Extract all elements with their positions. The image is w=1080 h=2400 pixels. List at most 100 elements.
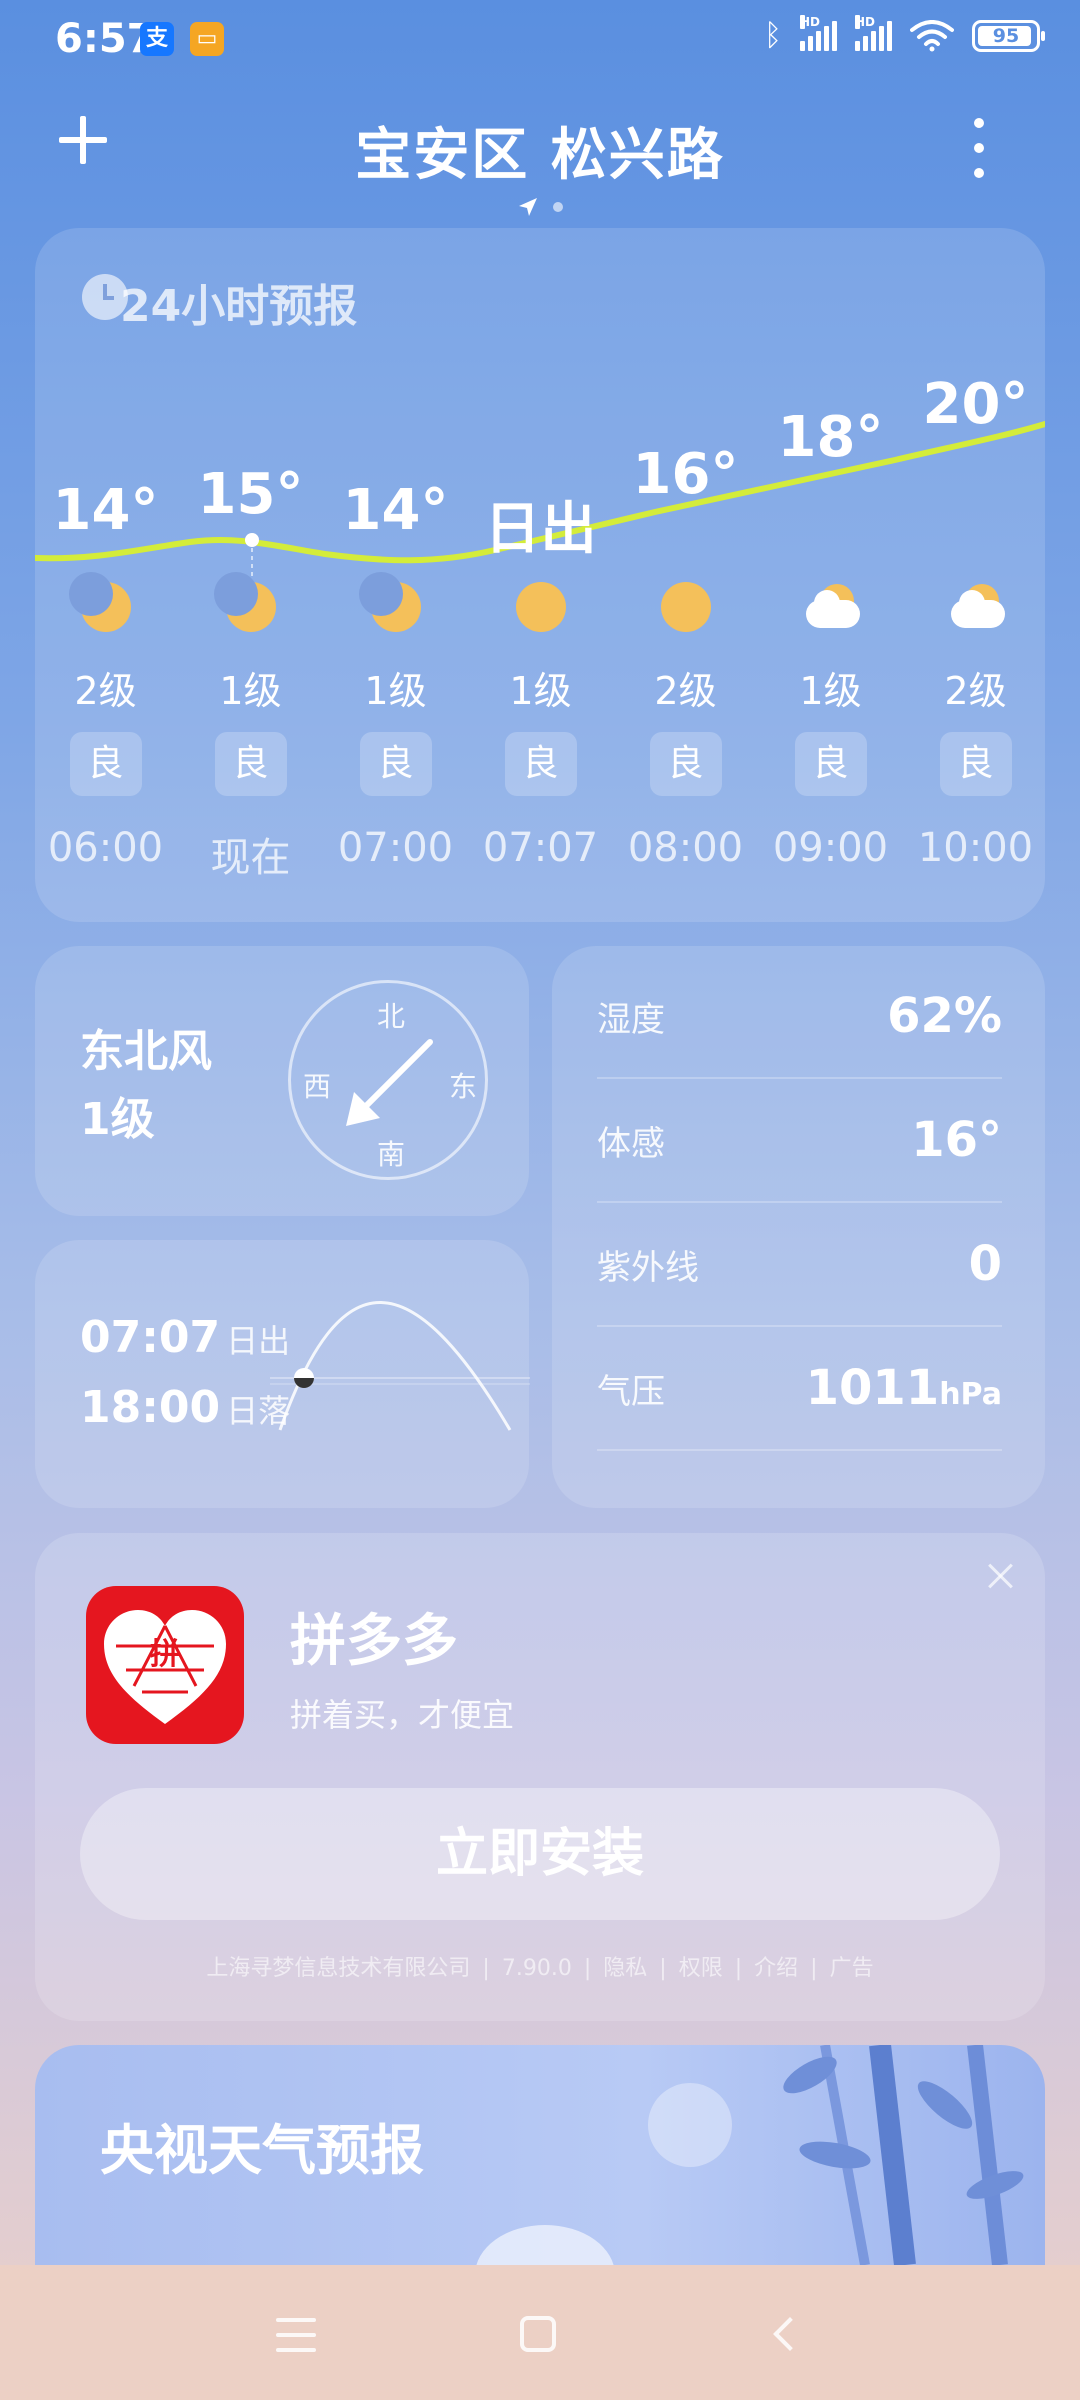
- install-button[interactable]: 立即安装: [80, 1788, 1000, 1920]
- hour-time: 06:00: [47, 825, 164, 871]
- hour-temp: 14°: [52, 478, 159, 543]
- aqi-badge: 良: [939, 732, 1012, 796]
- back-icon[interactable]: [770, 2316, 796, 2352]
- hour-weather: ✦: [33, 572, 178, 632]
- sun-icon: [515, 582, 566, 632]
- pressure-value: 1011hPa: [805, 1360, 1002, 1416]
- moon-icon: ✦: [213, 572, 276, 632]
- sunrise: 07:07 日出: [80, 1312, 290, 1363]
- hour-weather: ✦: [178, 572, 323, 632]
- wind-direction: 东北风: [80, 1026, 212, 1077]
- uv-value: 0: [968, 1236, 1002, 1292]
- uv-row: 紫外线 0: [597, 1203, 1002, 1327]
- hour-time: 10:00: [917, 825, 1034, 871]
- wind-level: 1级: [80, 1094, 155, 1145]
- aqi-badge: 良: [504, 732, 577, 796]
- ad-intro-link[interactable]: 介绍: [754, 1956, 798, 1981]
- hour-time: 07:00: [337, 825, 454, 871]
- status-icons: ᛒ HD HD 95: [764, 14, 1045, 53]
- hour-wind: 1级: [799, 669, 862, 713]
- ad-footer: 上海寻梦信息技术有限公司 | 7.90.0 | 隐私 | 权限 | 介绍 | 广告: [206, 1956, 874, 1981]
- ad-slogan: 拼着买，才便宜: [290, 1696, 515, 1734]
- cctv-title: 央视天气预报: [100, 2119, 424, 2182]
- hour-wind: 1级: [509, 669, 572, 713]
- battery-icon: 95: [972, 19, 1045, 52]
- wind-compass: 北 南 东 西: [288, 980, 488, 1180]
- partly-cloudy-icon: [950, 582, 1005, 632]
- pressure-unit: hPa: [939, 1377, 1002, 1412]
- hour-wind: 2级: [74, 669, 137, 713]
- sun-arc: [270, 1301, 530, 1431]
- hour-aqi: 良: [323, 732, 468, 796]
- aqi-badge: 良: [649, 732, 722, 796]
- current-hour-marker: [245, 533, 259, 547]
- hour-time: 08:00: [627, 825, 744, 871]
- ad-label: 广告: [829, 1956, 874, 1981]
- ad-company: 上海寻梦信息技术有限公司: [206, 1956, 471, 1981]
- moon-icon: ✦: [68, 572, 131, 632]
- recent-apps-icon[interactable]: [276, 2318, 316, 2352]
- wind-arrow-icon: [346, 1039, 433, 1126]
- ad-permissions-link[interactable]: 权限: [679, 1956, 723, 1981]
- ad-privacy-link[interactable]: 隐私: [603, 1956, 647, 1981]
- feels-like-value: 16°: [911, 1112, 1002, 1168]
- hour-weather: [758, 582, 903, 632]
- status-bar: 6:57 支 ▭ ᛒ HD HD 95: [0, 0, 1080, 80]
- page-dot: [553, 202, 563, 212]
- hour-aqi: 良: [613, 732, 758, 796]
- moon-icon: ✦: [358, 572, 421, 632]
- ad-app-name: 拼多多: [290, 1609, 458, 1674]
- hour-aqi: 良: [468, 732, 613, 796]
- battery-percent: 95: [992, 24, 1020, 47]
- svg-text:拼: 拼: [150, 1637, 180, 1672]
- hour-wind: 2级: [944, 669, 1007, 713]
- home-icon[interactable]: [520, 2316, 556, 2352]
- hour-weather: [903, 582, 1048, 632]
- hour-time: 07:07: [482, 825, 599, 871]
- humidity-value: 62%: [887, 988, 1002, 1044]
- sunset: 18:00 日落: [80, 1382, 290, 1433]
- hour-aqi: 良: [758, 732, 903, 796]
- aqi-badge: 良: [794, 732, 867, 796]
- page-indicator: [0, 196, 1080, 218]
- hour-wind: 1级: [219, 669, 282, 713]
- hourly-forecast-title: 24小时预报: [120, 281, 358, 332]
- hour-time: 现在: [210, 835, 291, 881]
- signal-icon: HD: [800, 14, 837, 51]
- wind-info: 东北风 1级: [80, 1018, 212, 1154]
- hour-weather: ✦: [323, 572, 468, 632]
- hour-temp: 14°: [342, 478, 449, 543]
- uv-label: 紫外线: [597, 1247, 699, 1288]
- location-arrow-icon: [519, 198, 537, 216]
- aqi-badge: 良: [69, 732, 142, 796]
- ad-version: 7.90.0: [501, 1956, 572, 1981]
- humidity-label: 湿度: [597, 999, 665, 1040]
- hour-aqi: 良: [903, 732, 1048, 796]
- hour-time: 09:00: [772, 825, 889, 871]
- notes-icon: ▭: [190, 22, 224, 56]
- hour-aqi: 良: [33, 732, 178, 796]
- hour-aqi: 良: [178, 732, 323, 796]
- hour-temp: 日出: [484, 497, 597, 562]
- hour-weather: [613, 582, 758, 632]
- hour-weather: [468, 582, 613, 632]
- location-title[interactable]: 宝安区 松兴路: [0, 110, 1080, 191]
- pinduoduo-logo-icon: 拼: [86, 1586, 244, 1744]
- sunset-time: 18:00: [80, 1382, 221, 1433]
- bluetooth-icon: ᛒ: [764, 18, 782, 53]
- hour-wind: 2级: [654, 669, 717, 713]
- partly-cloudy-icon: [805, 582, 860, 632]
- hour-temp: 18°: [777, 405, 884, 470]
- hour-temp: 15°: [197, 462, 304, 527]
- sun-icon: [660, 582, 711, 632]
- signal-icon: HD: [855, 14, 892, 51]
- ad-close-button[interactable]: [985, 1560, 1015, 1590]
- pressure-row: 气压 1011hPa: [597, 1327, 1002, 1451]
- sunrise-time: 07:07: [80, 1312, 221, 1363]
- humidity-row: 湿度 62%: [597, 955, 1002, 1079]
- wifi-icon: [910, 19, 954, 51]
- more-options-button[interactable]: [964, 118, 994, 178]
- hour-wind: 1级: [364, 669, 427, 713]
- alipay-icon: 支: [140, 22, 174, 56]
- aqi-badge: 良: [359, 732, 432, 796]
